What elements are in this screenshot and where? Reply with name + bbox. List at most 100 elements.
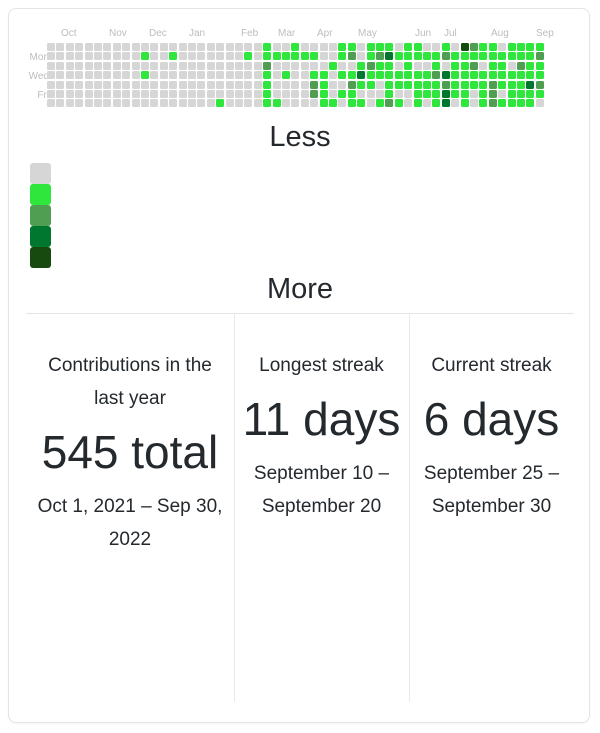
contribution-day-cell[interactable] bbox=[526, 52, 535, 61]
contribution-day-cell[interactable] bbox=[244, 99, 253, 108]
contribution-day-cell[interactable] bbox=[329, 99, 337, 108]
contribution-day-cell[interactable] bbox=[75, 99, 84, 108]
contribution-day-cell[interactable] bbox=[338, 52, 347, 61]
contribution-day-cell[interactable] bbox=[253, 71, 262, 80]
contribution-day-cell[interactable] bbox=[253, 61, 262, 70]
contribution-day-cell[interactable] bbox=[47, 61, 55, 70]
contribution-day-cell[interactable] bbox=[507, 80, 516, 89]
contribution-day-cell[interactable] bbox=[451, 43, 460, 51]
contribution-day-cell[interactable] bbox=[141, 80, 149, 89]
contribution-day-cell[interactable] bbox=[235, 71, 243, 80]
contribution-day-cell[interactable] bbox=[169, 90, 178, 98]
contribution-day-cell[interactable] bbox=[507, 52, 516, 61]
contribution-day-cell[interactable] bbox=[141, 52, 149, 61]
contribution-day-cell[interactable] bbox=[216, 99, 225, 108]
contribution-day-cell[interactable] bbox=[310, 52, 319, 61]
contribution-day-cell[interactable] bbox=[300, 52, 309, 61]
contribution-day-cell[interactable] bbox=[272, 90, 281, 98]
contribution-day-cell[interactable] bbox=[56, 61, 65, 70]
contribution-day-cell[interactable] bbox=[357, 61, 366, 70]
contribution-day-cell[interactable] bbox=[413, 90, 422, 98]
contribution-day-cell[interactable] bbox=[150, 61, 159, 70]
contribution-day-cell[interactable] bbox=[413, 80, 422, 89]
contribution-day-cell[interactable] bbox=[94, 52, 102, 61]
contribution-day-cell[interactable] bbox=[338, 99, 347, 108]
contribution-day-cell[interactable] bbox=[225, 71, 234, 80]
contribution-day-cell[interactable] bbox=[75, 71, 84, 80]
contribution-day-cell[interactable] bbox=[244, 43, 253, 51]
contribution-day-cell[interactable] bbox=[385, 99, 394, 108]
contribution-day-cell[interactable] bbox=[329, 71, 337, 80]
contribution-day-cell[interactable] bbox=[441, 99, 450, 108]
contribution-day-cell[interactable] bbox=[432, 61, 441, 70]
contribution-day-cell[interactable] bbox=[94, 80, 102, 89]
contribution-day-cell[interactable] bbox=[291, 43, 300, 51]
contribution-day-cell[interactable] bbox=[65, 61, 74, 70]
contribution-day-cell[interactable] bbox=[366, 71, 375, 80]
contribution-day-cell[interactable] bbox=[206, 71, 215, 80]
contribution-day-cell[interactable] bbox=[169, 71, 178, 80]
contribution-day-cell[interactable] bbox=[225, 52, 234, 61]
contribution-day-cell[interactable] bbox=[357, 80, 366, 89]
contribution-day-cell[interactable] bbox=[122, 80, 131, 89]
contribution-day-cell[interactable] bbox=[432, 80, 441, 89]
contribution-day-cell[interactable] bbox=[470, 90, 478, 98]
contribution-day-cell[interactable] bbox=[366, 43, 375, 51]
contribution-day-cell[interactable] bbox=[75, 90, 84, 98]
contribution-day-cell[interactable] bbox=[451, 71, 460, 80]
contribution-day-cell[interactable] bbox=[535, 61, 544, 70]
contribution-day-cell[interactable] bbox=[300, 99, 309, 108]
contribution-day-cell[interactable] bbox=[507, 43, 516, 51]
contribution-day-cell[interactable] bbox=[197, 99, 206, 108]
contribution-day-cell[interactable] bbox=[347, 90, 356, 98]
contribution-day-cell[interactable] bbox=[517, 80, 525, 89]
contribution-day-cell[interactable] bbox=[338, 80, 347, 89]
contribution-day-cell[interactable] bbox=[479, 43, 488, 51]
contribution-day-cell[interactable] bbox=[441, 43, 450, 51]
contribution-day-cell[interactable] bbox=[460, 80, 469, 89]
contribution-day-cell[interactable] bbox=[169, 99, 178, 108]
contribution-day-cell[interactable] bbox=[376, 99, 384, 108]
contribution-day-cell[interactable] bbox=[94, 61, 102, 70]
contribution-day-cell[interactable] bbox=[451, 99, 460, 108]
contribution-day-cell[interactable] bbox=[347, 99, 356, 108]
contribution-day-cell[interactable] bbox=[216, 90, 225, 98]
contribution-day-cell[interactable] bbox=[507, 99, 516, 108]
contribution-day-cell[interactable] bbox=[244, 71, 253, 80]
contribution-day-cell[interactable] bbox=[338, 43, 347, 51]
contribution-day-cell[interactable] bbox=[526, 80, 535, 89]
contribution-day-cell[interactable] bbox=[479, 99, 488, 108]
contribution-day-cell[interactable] bbox=[470, 80, 478, 89]
contribution-day-cell[interactable] bbox=[479, 52, 488, 61]
contribution-day-cell[interactable] bbox=[178, 52, 187, 61]
contribution-day-cell[interactable] bbox=[423, 61, 431, 70]
contribution-day-cell[interactable] bbox=[394, 43, 403, 51]
contribution-day-cell[interactable] bbox=[159, 71, 168, 80]
contribution-day-cell[interactable] bbox=[56, 43, 65, 51]
contribution-day-cell[interactable] bbox=[206, 52, 215, 61]
contribution-day-cell[interactable] bbox=[112, 99, 121, 108]
contribution-day-cell[interactable] bbox=[347, 71, 356, 80]
contribution-day-cell[interactable] bbox=[188, 80, 196, 89]
contribution-day-cell[interactable] bbox=[122, 90, 131, 98]
contribution-day-cell[interactable] bbox=[178, 80, 187, 89]
contribution-day-cell[interactable] bbox=[178, 71, 187, 80]
contribution-day-cell[interactable] bbox=[159, 80, 168, 89]
contribution-day-cell[interactable] bbox=[404, 90, 413, 98]
contribution-day-cell[interactable] bbox=[169, 52, 178, 61]
contribution-day-cell[interactable] bbox=[150, 80, 159, 89]
contribution-day-cell[interactable] bbox=[498, 99, 507, 108]
contribution-day-cell[interactable] bbox=[112, 80, 121, 89]
contribution-day-cell[interactable] bbox=[357, 99, 366, 108]
contribution-day-cell[interactable] bbox=[47, 80, 55, 89]
contribution-day-cell[interactable] bbox=[460, 71, 469, 80]
contribution-day-cell[interactable] bbox=[131, 43, 140, 51]
contribution-day-cell[interactable] bbox=[404, 52, 413, 61]
contribution-day-cell[interactable] bbox=[507, 90, 516, 98]
contribution-day-cell[interactable] bbox=[488, 61, 497, 70]
contribution-day-cell[interactable] bbox=[319, 80, 328, 89]
contribution-day-cell[interactable] bbox=[178, 99, 187, 108]
contribution-day-cell[interactable] bbox=[394, 61, 403, 70]
contribution-day-cell[interactable] bbox=[131, 52, 140, 61]
contribution-day-cell[interactable] bbox=[451, 61, 460, 70]
